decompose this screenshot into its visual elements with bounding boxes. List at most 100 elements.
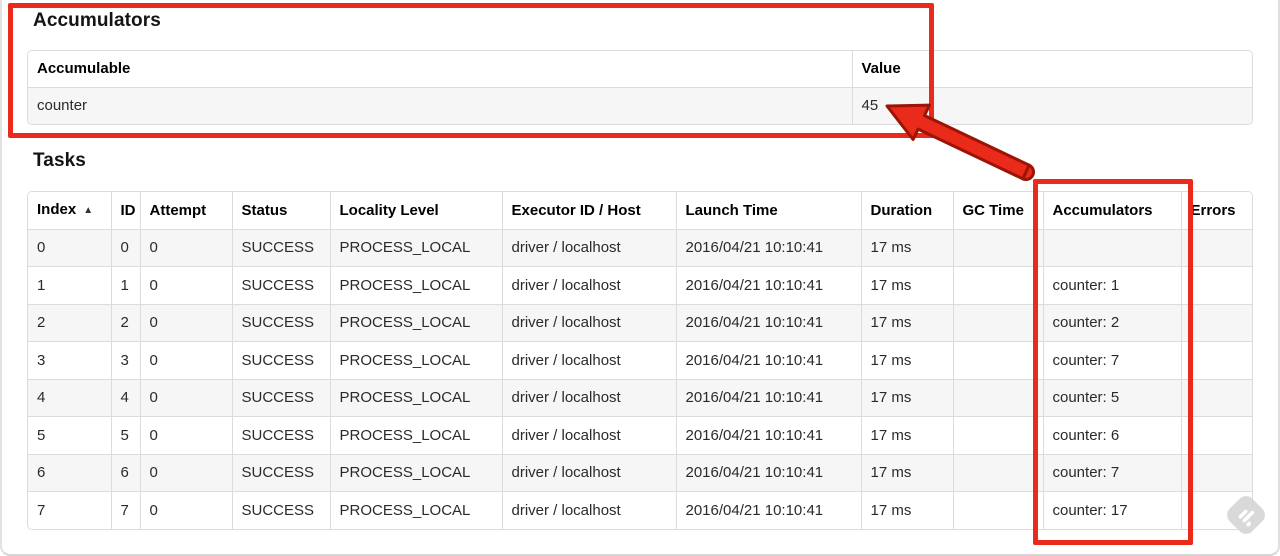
- cell-errors: [1180, 228, 1252, 267]
- cell-id: 1: [110, 266, 140, 304]
- table-row: 2 2 0 SUCCESS PROCESS_LOCAL driver / loc…: [28, 303, 1252, 342]
- accumulators-table: Accumulable Value counter 45: [27, 50, 1253, 125]
- cell-executor: driver / localhost: [501, 491, 676, 529]
- cell-id: 0: [110, 228, 140, 267]
- cell-gc-time: [952, 266, 1043, 304]
- cell-gc-time: [952, 341, 1043, 379]
- cell-status: SUCCESS: [231, 416, 330, 454]
- col-header-index[interactable]: Index ▲: [28, 192, 111, 229]
- cell-accumulators: counter: 2: [1042, 303, 1181, 342]
- cell-executor: driver / localhost: [501, 378, 676, 417]
- cell-gc-time: [952, 378, 1043, 417]
- col-header-executor-id-host[interactable]: Executor ID / Host: [501, 192, 676, 229]
- cell-attempt: 0: [139, 416, 232, 454]
- cell-id: 7: [110, 491, 140, 529]
- cell-status: SUCCESS: [231, 303, 330, 342]
- accumulators-section-title: Accumulators: [33, 10, 161, 31]
- cell-gc-time: [952, 228, 1043, 267]
- cell-errors: [1180, 491, 1252, 529]
- spark-stage-detail-page: Accumulators Accumulable Value counter 4…: [0, 0, 1280, 556]
- cell-duration: 17 ms: [860, 453, 953, 492]
- cell-locality-level: PROCESS_LOCAL: [329, 453, 502, 492]
- cell-executor: driver / localhost: [501, 341, 676, 379]
- col-header-duration[interactable]: Duration: [860, 192, 953, 229]
- cell-errors: [1180, 453, 1252, 492]
- col-header-attempt[interactable]: Attempt: [139, 192, 232, 229]
- cell-id: 5: [110, 416, 140, 454]
- cell-accumulable-name: counter: [28, 86, 852, 124]
- cell-id: 4: [110, 378, 140, 417]
- cell-attempt: 0: [139, 228, 232, 267]
- cell-launch-time: 2016/04/21 10:10:41: [675, 491, 861, 529]
- cell-accumulators: counter: 1: [1042, 266, 1181, 304]
- cell-gc-time: [952, 453, 1043, 492]
- col-header-status[interactable]: Status: [231, 192, 330, 229]
- cell-launch-time: 2016/04/21 10:10:41: [675, 341, 861, 379]
- cell-locality-level: PROCESS_LOCAL: [329, 228, 502, 267]
- cell-accumulators: counter: 6: [1042, 416, 1181, 454]
- cell-index: 6: [28, 453, 111, 492]
- cell-status: SUCCESS: [231, 228, 330, 267]
- cell-gc-time: [952, 491, 1043, 529]
- cell-attempt: 0: [139, 266, 232, 304]
- cell-id: 2: [110, 303, 140, 342]
- cell-launch-time: 2016/04/21 10:10:41: [675, 228, 861, 267]
- col-header-locality-level[interactable]: Locality Level: [329, 192, 502, 229]
- col-header-errors[interactable]: Errors: [1180, 192, 1252, 229]
- cell-accumulable-value: 45: [851, 86, 1252, 124]
- cell-id: 3: [110, 341, 140, 379]
- cell-status: SUCCESS: [231, 453, 330, 492]
- tasks-table: Index ▲ ID Attempt Status Locality Level …: [27, 191, 1253, 530]
- cell-index: 2: [28, 303, 111, 342]
- cell-attempt: 0: [139, 378, 232, 417]
- col-header-gc-time[interactable]: GC Time: [952, 192, 1043, 229]
- cell-launch-time: 2016/04/21 10:10:41: [675, 453, 861, 492]
- cell-executor: driver / localhost: [501, 266, 676, 304]
- cell-status: SUCCESS: [231, 491, 330, 529]
- cell-index: 5: [28, 416, 111, 454]
- tasks-header-row: Index ▲ ID Attempt Status Locality Level …: [28, 192, 1252, 229]
- cell-accumulators: counter: 7: [1042, 341, 1181, 379]
- table-row: 5 5 0 SUCCESS PROCESS_LOCAL driver / loc…: [28, 416, 1252, 454]
- table-row: 0 0 0 SUCCESS PROCESS_LOCAL driver / loc…: [28, 228, 1252, 267]
- cell-errors: [1180, 303, 1252, 342]
- cell-accumulators: counter: 7: [1042, 453, 1181, 492]
- cell-errors: [1180, 416, 1252, 454]
- cell-launch-time: 2016/04/21 10:10:41: [675, 266, 861, 304]
- cell-id: 6: [110, 453, 140, 492]
- cell-status: SUCCESS: [231, 266, 330, 304]
- cell-duration: 17 ms: [860, 228, 953, 267]
- table-row: 7 7 0 SUCCESS PROCESS_LOCAL driver / loc…: [28, 491, 1252, 529]
- cell-attempt: 0: [139, 491, 232, 529]
- cell-accumulators: counter: 5: [1042, 378, 1181, 417]
- cell-attempt: 0: [139, 303, 232, 342]
- cell-executor: driver / localhost: [501, 228, 676, 267]
- cell-errors: [1180, 378, 1252, 417]
- cell-executor: driver / localhost: [501, 303, 676, 342]
- cell-errors: [1180, 341, 1252, 379]
- col-header-launch-time[interactable]: Launch Time: [675, 192, 861, 229]
- cell-executor: driver / localhost: [501, 453, 676, 492]
- cell-duration: 17 ms: [860, 416, 953, 454]
- table-row: 6 6 0 SUCCESS PROCESS_LOCAL driver / loc…: [28, 453, 1252, 492]
- col-header-accumulators[interactable]: Accumulators: [1042, 192, 1181, 229]
- accumulators-header-row: Accumulable Value: [28, 51, 1252, 87]
- accumulator-row: counter 45: [28, 86, 1252, 124]
- col-header-id[interactable]: ID: [110, 192, 140, 229]
- cell-executor: driver / localhost: [501, 416, 676, 454]
- cell-launch-time: 2016/04/21 10:10:41: [675, 416, 861, 454]
- col-header-index-label: Index: [37, 201, 77, 219]
- cell-index: 4: [28, 378, 111, 417]
- table-row: 4 4 0 SUCCESS PROCESS_LOCAL driver / loc…: [28, 378, 1252, 417]
- cell-index: 1: [28, 266, 111, 304]
- cell-status: SUCCESS: [231, 378, 330, 417]
- col-header-value: Value: [851, 51, 1252, 87]
- cell-index: 3: [28, 341, 111, 379]
- col-header-accumulable: Accumulable: [28, 51, 852, 87]
- cell-duration: 17 ms: [860, 303, 953, 342]
- table-row: 3 3 0 SUCCESS PROCESS_LOCAL driver / loc…: [28, 341, 1252, 379]
- cell-errors: [1180, 266, 1252, 304]
- cell-locality-level: PROCESS_LOCAL: [329, 266, 502, 304]
- table-row: 1 1 0 SUCCESS PROCESS_LOCAL driver / loc…: [28, 266, 1252, 304]
- cell-locality-level: PROCESS_LOCAL: [329, 303, 502, 342]
